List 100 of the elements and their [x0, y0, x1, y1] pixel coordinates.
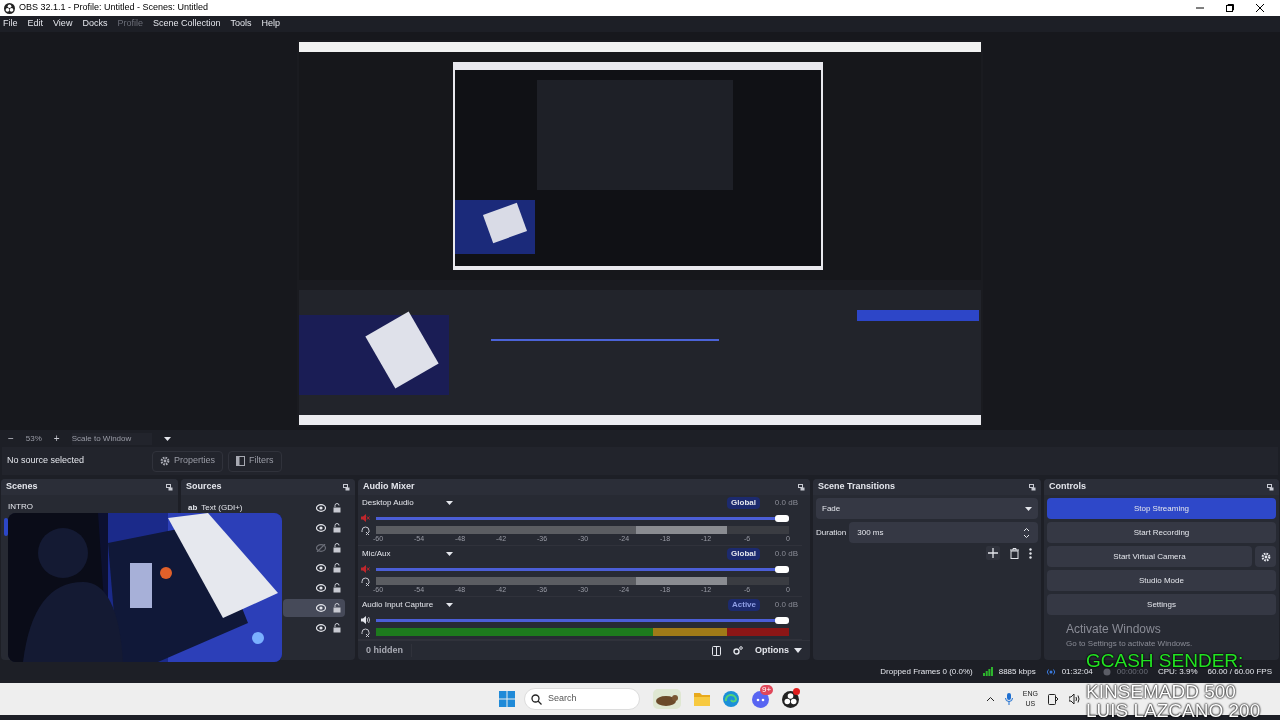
undock-icon[interactable] — [343, 483, 350, 491]
broadcast-icon — [1045, 667, 1056, 676]
lock-icon[interactable] — [333, 503, 341, 513]
trash-icon[interactable] — [1010, 547, 1019, 559]
minimize-icon[interactable] — [1196, 4, 1204, 12]
volume-slider[interactable] — [376, 567, 789, 571]
speaker-icon[interactable] — [361, 616, 370, 624]
dropdown-arrow-icon[interactable] — [446, 501, 453, 505]
start-icon[interactable] — [499, 691, 515, 707]
volume-handle[interactable] — [775, 565, 789, 573]
add-icon[interactable] — [986, 546, 1000, 560]
control-button[interactable]: Start Virtual Camera — [1047, 546, 1252, 567]
transition-value: Fade — [822, 502, 841, 515]
advanced-settings-icon[interactable] — [733, 646, 743, 655]
channel-name: Desktop Audio — [362, 497, 415, 509]
settings-button[interactable] — [1255, 546, 1276, 567]
spin-arrows-icon[interactable] — [1023, 526, 1030, 539]
hidden-eye-icon[interactable] — [316, 544, 326, 552]
control-button[interactable]: Start Recording — [1047, 522, 1276, 543]
scene-item[interactable]: INTRO — [4, 498, 175, 516]
volume-reading: 0.0 dB — [773, 497, 798, 509]
undock-icon[interactable] — [1029, 483, 1036, 491]
channel-name: Audio Input Capture — [362, 599, 435, 611]
channel-name: Mic/Aux — [362, 548, 392, 560]
speaker-icon[interactable] — [1069, 694, 1080, 704]
zoom-out-button[interactable]: − — [8, 433, 14, 444]
source-item[interactable]: ab Text (GDI+) — [184, 499, 345, 517]
duration-field[interactable]: 300 ms — [849, 522, 1038, 543]
menu-item[interactable]: View — [53, 17, 73, 31]
lock-icon[interactable] — [333, 563, 341, 573]
undock-icon[interactable] — [166, 483, 173, 491]
lock-icon[interactable] — [333, 623, 341, 633]
gear-icon — [160, 456, 170, 466]
chevron-up-icon[interactable] — [985, 696, 995, 702]
microphone-icon[interactable] — [1004, 693, 1013, 705]
zoom-level: 53% — [25, 432, 42, 445]
eye-icon[interactable] — [316, 584, 326, 592]
dropdown-arrow-icon[interactable] — [163, 436, 171, 441]
lock-icon[interactable] — [333, 543, 341, 553]
close-icon[interactable] — [1256, 4, 1264, 12]
window-title: OBS 32.1.1 - Profile: Untitled - Scenes: Untitled — [19, 1, 209, 15]
weather-widget-icon[interactable] — [653, 689, 681, 709]
search-field[interactable]: Search — [524, 688, 640, 710]
dock-title: Audio Mixer — [363, 480, 415, 494]
filter-panel-icon — [236, 456, 246, 466]
toolbar-button[interactable]: Properties — [152, 450, 224, 472]
menu-item[interactable]: Tools — [230, 17, 252, 31]
eye-icon[interactable] — [316, 564, 326, 572]
menu-item[interactable]: Docks — [82, 17, 108, 31]
selection-status: No source selected — [7, 454, 86, 468]
volume-slider[interactable] — [376, 516, 789, 520]
source-item[interactable] — [283, 599, 345, 617]
menu-item[interactable]: Edit — [27, 17, 44, 31]
search-icon — [531, 693, 542, 705]
scale-mode-dropdown[interactable]: Scale to Window — [71, 432, 152, 445]
headphones-off-icon[interactable] — [361, 525, 370, 535]
chat-app-icon[interactable] — [752, 690, 769, 708]
menu-item[interactable]: File — [3, 17, 18, 31]
eye-icon[interactable] — [316, 504, 326, 512]
control-button[interactable]: Settings — [1047, 594, 1276, 615]
options-button[interactable]: Options — [755, 643, 802, 658]
dock-title: Sources — [186, 480, 222, 494]
vertical-layout-icon[interactable] — [712, 645, 721, 656]
undock-icon[interactable] — [798, 483, 805, 491]
muted-speaker-icon[interactable] — [361, 514, 370, 522]
control-button[interactable]: Stop Streaming — [1047, 498, 1276, 519]
dock-title: Controls — [1049, 480, 1086, 494]
lock-icon[interactable] — [333, 523, 341, 533]
overlay-text: KINSEMADD 500 — [1086, 682, 1236, 701]
volume-reading: 0.0 dB — [773, 599, 798, 611]
dropdown-arrow-icon[interactable] — [446, 603, 453, 607]
volume-handle[interactable] — [775, 616, 789, 624]
lock-icon[interactable] — [333, 603, 341, 613]
eye-icon[interactable] — [316, 624, 326, 632]
dropped-frames: Dropped Frames 0 (0.0%) — [880, 665, 973, 678]
eye-icon[interactable] — [316, 604, 326, 612]
obs-app-icon[interactable] — [782, 690, 799, 708]
zoom-in-button[interactable]: + — [53, 433, 60, 444]
lock-icon[interactable] — [333, 583, 341, 593]
activation-title: Activate Windows — [1066, 621, 1162, 638]
undock-icon[interactable] — [1267, 483, 1274, 491]
menu-item[interactable]: Help — [261, 17, 280, 31]
eye-icon[interactable] — [316, 524, 326, 532]
menu-item[interactable]: Scene Collection — [152, 17, 221, 31]
headphones-off-icon[interactable] — [361, 627, 370, 637]
network-icon[interactable] — [1048, 693, 1059, 705]
signal-bars-icon — [982, 667, 993, 676]
dropdown-arrow-icon — [1025, 506, 1032, 511]
browser-icon[interactable] — [723, 691, 739, 707]
toolbar-button[interactable]: Filters — [228, 450, 282, 472]
volume-handle[interactable] — [775, 514, 789, 522]
mode-badge: Active — [728, 599, 760, 611]
dropdown-arrow-icon[interactable] — [446, 552, 453, 556]
transition-dropdown[interactable]: Fade — [816, 498, 1038, 519]
control-button[interactable]: Studio Mode — [1047, 570, 1276, 591]
maximize-icon[interactable] — [1226, 4, 1234, 12]
headphones-off-icon[interactable] — [361, 576, 370, 586]
muted-speaker-icon[interactable] — [361, 565, 370, 573]
more-icon[interactable] — [1029, 547, 1032, 559]
volume-slider[interactable] — [376, 618, 789, 622]
